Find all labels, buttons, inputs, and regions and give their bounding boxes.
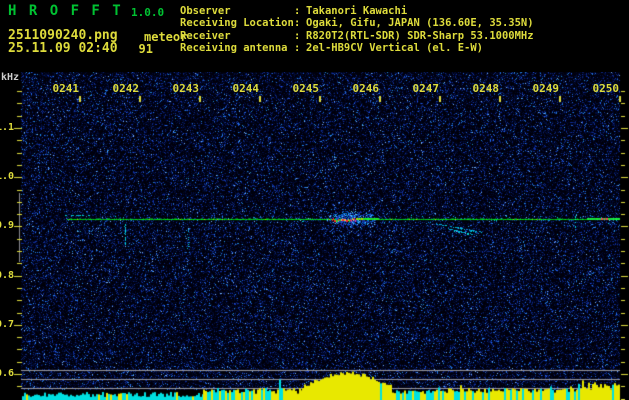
- info-separator: :: [294, 29, 301, 42]
- info-label: Receiving antenna: [180, 41, 288, 54]
- x-axis-label: 0247: [412, 82, 440, 95]
- hrofft-window: H R O F F T 1.0.0 2511090240.png meteor …: [0, 0, 629, 400]
- echo-count: 91: [138, 42, 153, 56]
- y-axis-label: 1.1: [0, 122, 14, 133]
- info-label: Receiver: [180, 29, 231, 42]
- x-axis-label: 0245: [292, 82, 320, 95]
- start-datetime: 25.11.09 02:40: [8, 41, 118, 56]
- info-value: R820T2(RTL-SDR) SDR-Sharp 53.1000MHz: [306, 29, 534, 42]
- y-axis-label: 1.0: [0, 171, 14, 182]
- info-separator: :: [294, 41, 301, 54]
- x-axis-label: 0246: [352, 82, 380, 95]
- info-value: Takanori Kawachi: [306, 5, 408, 17]
- y-axis-label: 0.7: [0, 319, 14, 330]
- x-axis-label: 0242: [112, 82, 140, 95]
- info-separator: :: [294, 17, 301, 30]
- y-axis-unit-label: kHz: [1, 72, 20, 83]
- info-row-observer: Observer : Takanori Kawachi: [180, 5, 534, 17]
- app-version: 1.0.0: [131, 6, 165, 19]
- x-axis-label: 0249: [532, 82, 560, 95]
- x-axis-label: 0243: [172, 82, 200, 95]
- observation-info: Observer : Takanori Kawachi Receiving Lo…: [180, 5, 534, 54]
- y-axis-label: 0.6: [0, 368, 14, 379]
- info-row-receiver: Receiver : R820T2(RTL-SDR) SDR-Sharp 53.…: [180, 30, 534, 42]
- info-row-location: Receiving Location : Ogaki, Gifu, JAPAN …: [180, 17, 534, 29]
- header-bar: H R O F F T 1.0.0 2511090240.png meteor …: [0, 0, 629, 72]
- info-value: 2el-HB9CV Vertical (el. E-W): [306, 41, 484, 54]
- x-axis-label: 0248: [472, 82, 500, 95]
- x-axis-label: 0250: [592, 82, 620, 95]
- app-title: H R O F F T: [8, 3, 123, 19]
- info-label: Receiving Location: [180, 17, 294, 30]
- y-axis-label: 0.8: [0, 270, 14, 281]
- info-row-antenna: Receiving antenna : 2el-HB9CV Vertical (…: [180, 42, 534, 54]
- info-separator: :: [294, 5, 301, 17]
- x-axis-label: 0241: [52, 82, 80, 95]
- x-axis-label: 0244: [232, 82, 260, 95]
- y-axis-label: 0.9: [0, 220, 14, 231]
- info-value: Ogaki, Gifu, JAPAN (136.60E, 35.35N): [306, 17, 534, 30]
- info-label: Observer: [180, 5, 231, 17]
